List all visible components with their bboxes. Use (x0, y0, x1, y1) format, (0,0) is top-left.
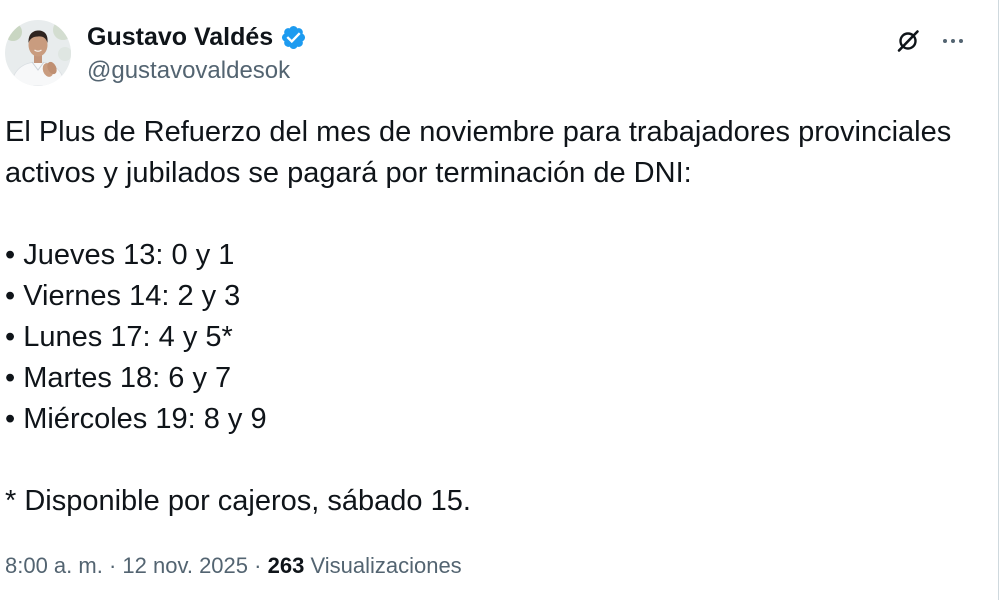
meta-separator: · (254, 553, 262, 578)
post-intro-line: El Plus de Refuerzo del mes de noviembre… (5, 116, 952, 148)
author-name[interactable]: Gustavo Valdés (87, 22, 273, 52)
verified-badge-icon (280, 24, 307, 51)
schedule-item: • Martes 18: 6 y 7 (5, 362, 232, 394)
post-text: El Plus de Refuerzo del mes de noviembre… (5, 112, 951, 522)
post-views[interactable]: 263 Visualizaciones (268, 553, 462, 578)
post-note: * Disponible por cajeros, sábado 15. (5, 485, 471, 517)
schedule-item: • Miércoles 19: 8 y 9 (5, 403, 267, 435)
grok-icon-svg (897, 30, 919, 52)
post-intro-line: activos y jubilados se pagará por termin… (5, 157, 692, 189)
more-icon[interactable] (939, 27, 967, 55)
post-time[interactable]: 8:00 a. m. (5, 553, 103, 578)
schedule-item: • Lunes 17: 4 y 5* (5, 321, 233, 353)
more-icon-svg (943, 39, 963, 43)
views-label: Visualizaciones (310, 553, 462, 578)
author-handle[interactable]: @gustavovaldesok (87, 57, 290, 85)
meta-separator: · (108, 553, 117, 578)
schedule-item: • Viernes 14: 2 y 3 (5, 280, 241, 312)
avatar-photo (5, 20, 71, 86)
post-meta: 8:00 a. m. · 12 nov. 2025 · 263 Visualiz… (5, 551, 462, 581)
schedule-item: • Jueves 13: 0 y 1 (5, 239, 235, 271)
avatar[interactable] (5, 20, 71, 86)
post-date[interactable]: 12 nov. 2025 (122, 553, 248, 578)
right-border (998, 0, 999, 600)
grok-icon[interactable] (894, 27, 922, 55)
views-count: 263 (267, 553, 305, 578)
author-name-row: Gustavo Valdés (87, 22, 307, 52)
verified-badge-svg (282, 25, 306, 49)
